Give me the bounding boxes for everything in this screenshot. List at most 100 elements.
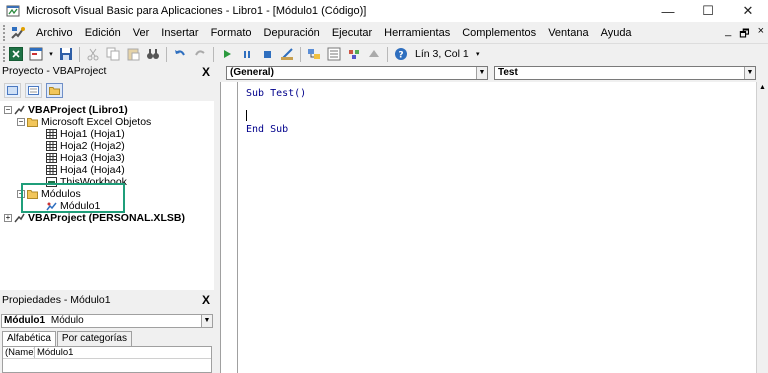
toolbar-separator <box>387 46 388 62</box>
toolbar-options-icon[interactable]: ▾ <box>475 46 481 62</box>
help-icon[interactable]: ? <box>393 46 409 62</box>
copy-icon[interactable] <box>105 46 121 62</box>
view-excel-icon[interactable] <box>8 46 24 62</box>
standard-toolbar: ▾ ? Lín 3, Col 1 ▾ <box>0 44 510 64</box>
sheet-icon <box>46 141 57 151</box>
menu-ventana[interactable]: Ventana <box>542 27 594 39</box>
tree-item-excel-objects[interactable]: − Microsoft Excel Objetos <box>17 116 151 128</box>
text-caret <box>246 110 247 121</box>
tree-item-hoja2[interactable]: Hoja2 (Hoja2) <box>46 140 125 152</box>
toolbar-separator <box>79 46 80 62</box>
mdi-restore-button[interactable]: 🗗 <box>739 25 749 44</box>
vba-menu-icon[interactable] <box>10 25 26 41</box>
folder-open-icon <box>27 117 38 127</box>
expand-icon[interactable]: + <box>4 214 12 222</box>
project-explorer-icon[interactable] <box>306 46 322 62</box>
menu-edicion[interactable]: Edición <box>79 27 127 39</box>
toolbar-separator <box>166 46 167 62</box>
cursor-position-status: Lín 3, Col 1 <box>415 48 469 60</box>
dropdown-arrow-icon[interactable]: ▾ <box>48 46 54 62</box>
sheet-icon <box>46 165 57 175</box>
properties-grid: (Name) Módulo1 <box>2 346 212 373</box>
find-icon[interactable] <box>145 46 161 62</box>
tab-por-categorias[interactable]: Por categorías <box>56 331 132 346</box>
menu-ejecutar[interactable]: Ejecutar <box>326 27 378 39</box>
code-margin-indicator-bar[interactable] <box>221 82 238 373</box>
vbaproject-icon <box>14 105 25 115</box>
code-vertical-scrollbar[interactable]: ▲ <box>756 82 768 373</box>
save-icon[interactable] <box>58 46 74 62</box>
maximize-button[interactable]: ☐ <box>688 0 728 22</box>
collapse-icon[interactable]: − <box>4 106 12 114</box>
pause-icon[interactable] <box>239 46 255 62</box>
project-pane-toolbar <box>0 80 214 100</box>
view-object-icon[interactable] <box>25 82 42 98</box>
reset-icon[interactable] <box>259 46 275 62</box>
vba-app-icon <box>6 4 20 18</box>
chevron-down-icon[interactable]: ▼ <box>744 67 755 79</box>
menu-depuracion[interactable]: Depuración <box>258 27 326 39</box>
property-value[interactable]: Módulo1 <box>35 347 73 358</box>
code-line-3[interactable]: End Sub <box>246 124 288 136</box>
paste-icon[interactable] <box>125 46 141 62</box>
chevron-down-icon[interactable]: ▼ <box>476 67 487 79</box>
properties-pane-header: Propiedades - Módulo1 X <box>0 293 214 308</box>
menu-formato[interactable]: Formato <box>205 27 258 39</box>
cut-icon[interactable] <box>85 46 101 62</box>
menu-ver[interactable]: Ver <box>127 27 156 39</box>
run-icon[interactable] <box>219 46 235 62</box>
vbaproject-icon <box>14 213 25 223</box>
properties-object-select[interactable]: Módulo1 Módulo ▼ <box>1 314 213 328</box>
highlight-annotation-box <box>21 183 125 213</box>
properties-pane-close-icon[interactable]: X <box>202 293 210 308</box>
project-pane-header: Proyecto - VBAProject X <box>0 64 214 80</box>
toolbar-grip[interactable] <box>3 46 6 62</box>
minimize-button[interactable]: — <box>648 0 688 22</box>
menu-ayuda[interactable]: Ayuda <box>595 27 638 39</box>
redo-icon[interactable] <box>192 46 208 62</box>
object-combo[interactable]: (General) ▼ <box>226 66 488 80</box>
menu-bar: Archivo Edición Ver Insertar Formato Dep… <box>0 22 768 44</box>
object-browser-icon[interactable] <box>346 46 362 62</box>
design-mode-icon[interactable] <box>279 46 295 62</box>
mdi-minimize-button[interactable]: _ <box>725 25 731 44</box>
tree-item-hoja3[interactable]: Hoja3 (Hoja3) <box>46 152 125 164</box>
svg-text:?: ? <box>398 51 403 61</box>
sheet-icon <box>46 153 57 163</box>
menu-complementos[interactable]: Complementos <box>456 27 542 39</box>
tree-item-hoja4[interactable]: Hoja4 (Hoja4) <box>46 164 125 176</box>
menu-insertar[interactable]: Insertar <box>155 27 204 39</box>
toolbar-separator <box>300 46 301 62</box>
chevron-down-icon[interactable]: ▼ <box>201 315 212 327</box>
toolbox-icon[interactable] <box>366 46 382 62</box>
properties-pane-title: Propiedades - Módulo1 <box>2 294 111 306</box>
menubar-grip[interactable] <box>3 24 6 41</box>
undo-icon[interactable] <box>172 46 188 62</box>
toolbar-separator <box>213 46 214 62</box>
properties-window-icon[interactable] <box>326 46 342 62</box>
tree-item-vbaproject-libro1[interactable]: − VBAProject (Libro1) <box>4 104 128 116</box>
window-title: Microsoft Visual Basic para Aplicaciones… <box>26 5 367 17</box>
sheet-icon <box>46 129 57 139</box>
tree-item-hoja1[interactable]: Hoja1 (Hoja1) <box>46 128 125 140</box>
title-bar: Microsoft Visual Basic para Aplicaciones… <box>0 0 768 22</box>
scroll-up-icon[interactable]: ▲ <box>757 82 768 94</box>
insert-userform-icon[interactable] <box>28 46 44 62</box>
property-name: (Name) <box>5 347 35 358</box>
property-row[interactable]: (Name) Módulo1 <box>3 347 211 359</box>
menu-herramientas[interactable]: Herramientas <box>378 27 456 39</box>
properties-tabs: Alfabética Por categorías <box>2 331 133 346</box>
close-button[interactable]: ✕ <box>728 0 768 22</box>
tree-item-vbaproject-personal[interactable]: + VBAProject (PERSONAL.XLSB) <box>4 212 185 224</box>
collapse-icon[interactable]: − <box>17 118 25 126</box>
view-code-icon[interactable] <box>4 82 21 98</box>
tab-alfabetica[interactable]: Alfabética <box>2 331 56 346</box>
procedure-combo[interactable]: Test ▼ <box>494 66 756 80</box>
code-editor[interactable]: Sub Test() End Sub <box>220 82 756 373</box>
project-pane-title: Proyecto - VBAProject <box>2 65 107 77</box>
mdi-close-button[interactable]: × <box>758 25 764 44</box>
toggle-folders-icon[interactable] <box>46 82 63 98</box>
code-line-1[interactable]: Sub Test() <box>246 88 306 100</box>
menu-archivo[interactable]: Archivo <box>30 27 79 39</box>
project-pane-close-icon[interactable]: X <box>202 65 210 79</box>
